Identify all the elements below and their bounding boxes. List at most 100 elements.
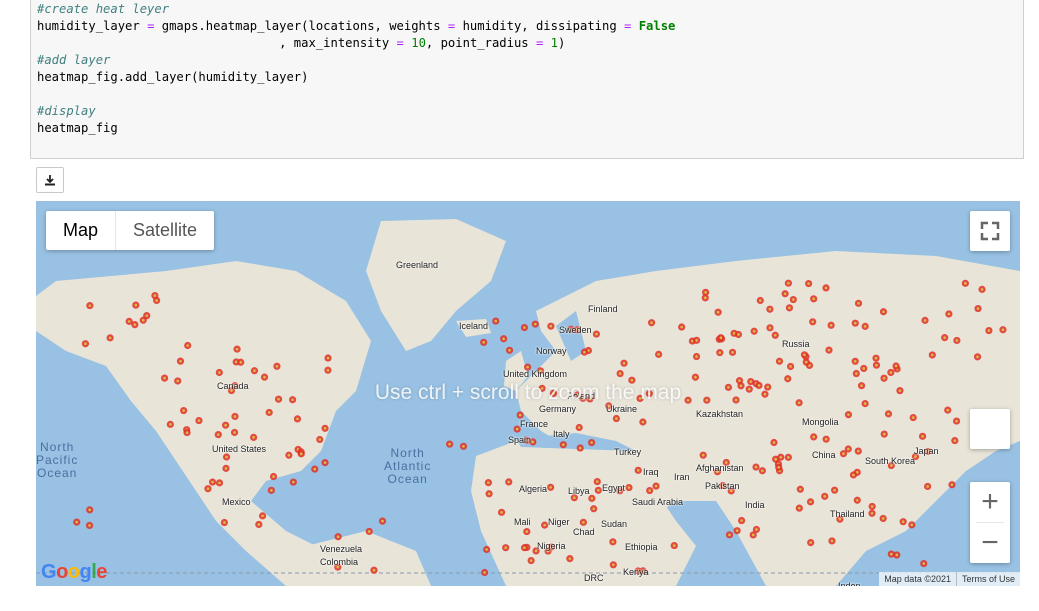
heatmap-point-core [964,282,967,285]
heatmap-point-core [798,506,801,510]
heatmap-point-core [811,320,814,324]
heatmap-point-core [704,291,707,294]
code-line: heatmap_fig.add_layer(humidity_layer) [37,70,309,84]
heatmap-point-core [856,449,860,453]
code-cell[interactable]: #create heat leyer humidity_layer = gmaps… [30,0,1024,159]
zoom-in-button[interactable]: + [970,482,1010,522]
ocean-label-pacific: North Pacific Ocean [36,440,79,480]
heatmap-point-core [657,353,660,356]
heatmap-point-core [595,480,599,483]
heatmap-point-core [650,321,653,325]
heatmap-point-core [163,376,166,380]
heatmap-point-core [901,520,905,524]
heatmap-point-core [323,461,327,464]
heatmap-point-core [88,524,91,527]
heatmap-point-core [976,307,980,310]
heatmap-point-core [737,333,740,336]
download-button[interactable] [36,167,64,193]
country-label: Germany [539,404,577,414]
heatmap-point-core [890,552,893,556]
heatmap-point-core [761,469,764,473]
map-attribution: Map data ©2021 Terms of Use [879,572,1020,586]
heatmap-point-core [768,307,772,311]
zoom-out-button[interactable]: − [970,523,1010,563]
zoom-control[interactable]: + − [970,482,1010,563]
heatmap-point-core [882,432,886,436]
heatmap-point-core [523,546,526,549]
heatmap-point-core [627,486,631,489]
heatmap-point-core [812,435,815,439]
heatmap-point-core [751,533,755,537]
heatmap-point-core [88,508,91,512]
heatmap-point-core [381,519,384,523]
heatmap-point-core [910,523,914,527]
heatmap-point-core [326,368,330,372]
country-label: Iraq [643,467,659,477]
heatmap-point-core [773,333,777,337]
heatmap-point-core [882,310,885,314]
heatmap-point-core [75,520,79,524]
country-label: United Kingdom [503,369,568,379]
heatmap-point-core [549,324,553,328]
country-label: Indon [838,581,861,586]
code-line: heatmap_fig [37,121,118,135]
heatmap-point-core [804,360,808,364]
heatmap-point-core [847,413,850,416]
heatmap-point-core [84,342,87,346]
heatmap-point-core [809,541,813,544]
country-label: Venezuela [320,544,363,554]
heatmap-point-core [953,439,957,442]
heatmap-point-core [267,411,271,414]
heatmap-point-core [515,427,519,431]
country-label: Sudan [601,519,628,529]
heatmap-point-core [182,409,185,412]
heatmap-map[interactable]: North Pacific Ocean North Atlantic Ocean… [36,201,1020,586]
heatmap-point-core [870,511,874,515]
heatmap-point-core [716,310,720,314]
heatmap-point-core [253,369,256,373]
map-type-control[interactable]: Map Satellite [46,211,215,250]
heatmap-point-core [483,571,486,574]
heatmap-point-core [923,319,927,322]
country-label: Pakistan [705,481,740,491]
fullscreen-button[interactable] [970,211,1010,251]
heatmap-point-core [504,546,507,549]
heatmap-point-core [718,351,722,354]
heatmap-point-core [887,412,890,416]
heatmap-point-core [672,544,676,547]
heatmap-point-core [812,297,815,301]
heatmap-point-core [799,487,802,491]
country-label: France [520,419,549,429]
heatmap-point-core [263,375,266,379]
heatmap-point-core [863,325,867,328]
heatmap-point-core [809,500,812,504]
code-line: #add layer [37,53,111,67]
map-type-satellite-button[interactable]: Satellite [115,211,214,250]
map-type-map-button[interactable]: Map [46,211,115,250]
heatmap-point-core [487,481,490,484]
heatmap-point-core [234,360,238,364]
heatmap-point-core [261,514,264,518]
heatmap-point-core [787,456,790,459]
heatmap-point-core [976,355,979,359]
terms-of-use-link[interactable]: Terms of Use [955,572,1020,586]
google-logo[interactable]: Google [41,561,107,584]
heatmap-point-core [622,361,626,365]
heatmap-point-core [590,497,594,500]
heatmap-point-core [252,436,255,439]
heatmap-point-core [145,314,149,317]
heatmap-point-core [239,360,243,364]
heatmap-point-core [833,488,836,492]
heatmap-point-core [853,359,857,363]
heatmap-point-core [523,326,526,329]
country-label: Egypt [602,483,626,493]
code-line: humidity_layer = gmaps.heatmap_layer(loc… [37,19,676,33]
heatmap-point-core [197,419,201,422]
heatmap-point-core [947,312,951,316]
heatmap-point-core [573,496,576,500]
heatmap-point-core [870,505,874,508]
pegman-button[interactable] [970,409,1010,449]
heatmap-point-core [270,489,273,492]
code-editor[interactable]: #create heat leyer humidity_layer = gmaps… [37,1,675,137]
